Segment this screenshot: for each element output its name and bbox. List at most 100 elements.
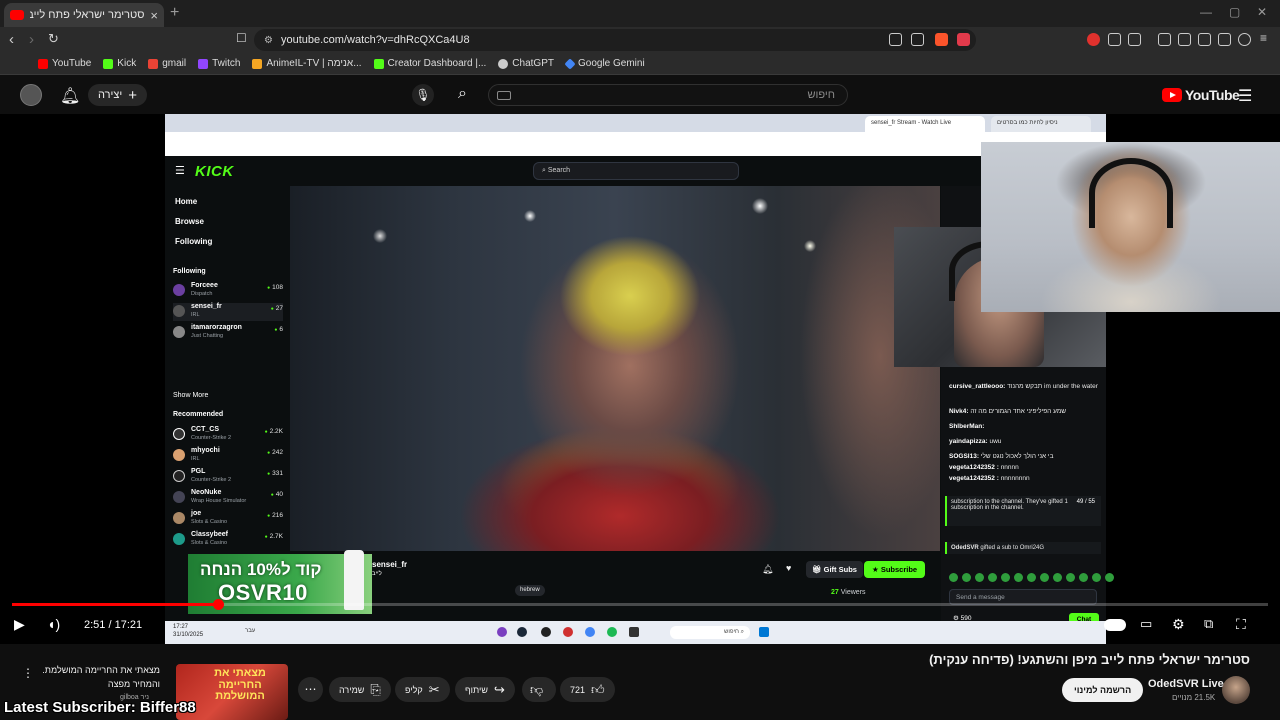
- channel-avatar: [173, 491, 185, 503]
- notifications-bell-icon[interactable]: 🔔︎: [60, 86, 80, 106]
- cast-icon[interactable]: [889, 33, 902, 46]
- subscribe-label: Subscribe: [880, 565, 918, 574]
- subscribe-button: ★ Subscribe: [864, 561, 926, 578]
- spotify-icon: [607, 627, 617, 637]
- share-button[interactable]: שיתוף ↪: [455, 677, 515, 702]
- kick-icon: [103, 58, 114, 69]
- channel-category: Counter-Strike 2: [191, 477, 232, 483]
- channel-avatar[interactable]: [1222, 676, 1250, 704]
- bookmark-icon[interactable]: ☐: [236, 31, 247, 45]
- gifter-name: OdedSVR: [951, 545, 979, 551]
- bookmark-kick[interactable]: Kick: [103, 58, 136, 69]
- kick-channel-item: Classybeef Slots & Casino 2.7K: [173, 531, 283, 549]
- video-browser-tab: ניסיון לחיות כמו בסרטים: [991, 116, 1091, 132]
- youtube-logo[interactable]: YouTube: [1162, 87, 1240, 103]
- minimize-icon[interactable]: —: [1200, 5, 1212, 19]
- account-avatar[interactable]: [20, 84, 42, 106]
- new-tab-icon[interactable]: +: [170, 4, 179, 22]
- wallet-icon[interactable]: [1198, 33, 1211, 46]
- bookmark-chatgpt[interactable]: ChatGPT: [498, 58, 554, 69]
- thumbs-up-icon: 👍︎: [591, 681, 605, 697]
- save-button[interactable]: שמירה ⎘: [329, 677, 391, 702]
- taskbar-search: חיפוש ⌕: [670, 626, 750, 639]
- bookmark-gemini[interactable]: Google Gemini: [564, 57, 645, 70]
- extension-icon[interactable]: [1087, 33, 1100, 46]
- clip-button[interactable]: קליפ ✂: [395, 677, 450, 702]
- bookmark-creator-dashboard[interactable]: Creator Dashboard |...: [373, 58, 486, 69]
- search-icon[interactable]: ⌕: [458, 85, 467, 103]
- thumbs-down-icon: 👎︎: [530, 681, 544, 697]
- keyboard-icon[interactable]: [497, 91, 511, 100]
- taskbar-app-icon: [629, 627, 639, 637]
- hamburger-menu-icon[interactable]: ☰: [1238, 86, 1252, 106]
- dislike-button[interactable]: 👎︎: [522, 677, 556, 702]
- create-button[interactable]: יצירה +: [88, 84, 147, 106]
- more-options-icon[interactable]: ⋮: [22, 666, 34, 680]
- site-info-icon[interactable]: ⚙: [264, 35, 273, 46]
- settings-gear-icon[interactable]: ⚙: [1172, 616, 1185, 633]
- bookmark-animeil[interactable]: AnimeIL-TV | אנימה...: [252, 58, 362, 69]
- channel-name: Forceee: [191, 282, 218, 289]
- close-tab-icon[interactable]: ×: [150, 8, 158, 23]
- taskbar-search-label: חיפוש: [723, 629, 739, 635]
- chat-message: vegeta1242352 : nnnnnnnn: [949, 475, 1099, 483]
- stream-city-lights: [290, 186, 940, 316]
- kick-nav-following: Following: [175, 237, 213, 246]
- chat-message: yaindapizza: uwu: [949, 438, 1099, 446]
- kick-channel-item: NeoNuke Wrap House Simulator 40: [173, 489, 283, 507]
- channel-name: joe: [191, 510, 202, 517]
- current-time: 2:51: [84, 619, 106, 631]
- chat-input-placeholder: Send a message: [956, 594, 1005, 601]
- browser-tab[interactable]: סטרימר ישראלי פתח לייב מיפן ו ×: [4, 3, 164, 27]
- subscribe-button[interactable]: הרשמה למינוי: [1062, 678, 1144, 702]
- more-actions-button[interactable]: ⋯: [298, 677, 323, 702]
- share-icon[interactable]: [911, 33, 924, 46]
- bookmark-gmail[interactable]: gmail: [148, 58, 186, 69]
- close-window-icon[interactable]: ✕: [1257, 5, 1267, 19]
- volume-icon[interactable]: ◖): [47, 616, 60, 632]
- browser-menu-icon[interactable]: ≡: [1260, 31, 1267, 45]
- forward-icon[interactable]: ›: [29, 31, 34, 48]
- address-bar[interactable]: ⚙ youtube.com/watch?v=dhRcQXCa4U8: [254, 29, 976, 51]
- channel-name[interactable]: OdedSVR Live: [1148, 678, 1224, 690]
- fullscreen-icon[interactable]: ⛶: [1236, 616, 1246, 633]
- subtitles-icon[interactable]: ▭: [1140, 616, 1152, 632]
- extension-icon-2[interactable]: [1128, 33, 1141, 46]
- video-progress-bar[interactable]: [12, 599, 1268, 610]
- maximize-icon[interactable]: ▢: [1229, 5, 1240, 19]
- rewards-icon[interactable]: [957, 33, 970, 46]
- gift-notice-text: gifted a sub to Omri24G: [980, 545, 1045, 551]
- leo-icon[interactable]: [1218, 33, 1231, 46]
- voice-search-mic-icon[interactable]: 🎙︎: [412, 84, 434, 106]
- brave-shield-icon[interactable]: [935, 33, 948, 46]
- chat-text: nnnnnnnn: [1000, 475, 1030, 482]
- reload-icon[interactable]: ↻: [48, 31, 59, 47]
- taskbar-date: 31/10/2025: [173, 631, 204, 638]
- tab-title: סטרימר ישראלי פתח לייב מיפן ו: [30, 9, 145, 21]
- youtube-play-icon: [1162, 88, 1182, 102]
- play-icon[interactable]: ▶: [14, 616, 25, 633]
- channel-avatar: [173, 512, 185, 524]
- miniplayer-icon[interactable]: ⧉: [1204, 616, 1213, 632]
- save-bookmark-icon: ⎘: [370, 681, 381, 697]
- channel-category: IRL: [191, 312, 200, 318]
- back-icon[interactable]: ‹: [9, 31, 14, 48]
- channel-category: IRL: [191, 456, 200, 462]
- video-time-display: 2:51 / 17:21: [74, 614, 153, 636]
- youtube-icon: [38, 58, 48, 69]
- emote-bar: [949, 573, 1114, 582]
- sidebar-icon[interactable]: [1178, 33, 1191, 46]
- like-button[interactable]: 721 👍︎: [560, 677, 615, 702]
- recommended-video-title[interactable]: מצאתי את החריימה המושלמת. והמחיר מפצה: [30, 664, 160, 691]
- vpn-icon[interactable]: [1238, 33, 1251, 46]
- autoplay-toggle[interactable]: [1104, 619, 1126, 631]
- bookmark-twitch[interactable]: Twitch: [198, 58, 240, 69]
- video-player[interactable]: sensei_fr Stream - Watch Live ניסיון לחי…: [0, 114, 1280, 644]
- gift-notice: OdedSVR gifted a sub to Omri24G: [945, 542, 1101, 554]
- channel-name: PGL: [191, 468, 206, 475]
- puzzle-icon[interactable]: [1108, 33, 1121, 46]
- search-input[interactable]: חיפוש: [488, 84, 848, 106]
- chat-message: SOGSI13: בי אני הולך לאכול נוגט שלי: [949, 453, 1099, 461]
- media-icon[interactable]: [1158, 33, 1171, 46]
- bookmark-youtube[interactable]: YouTube: [38, 58, 91, 69]
